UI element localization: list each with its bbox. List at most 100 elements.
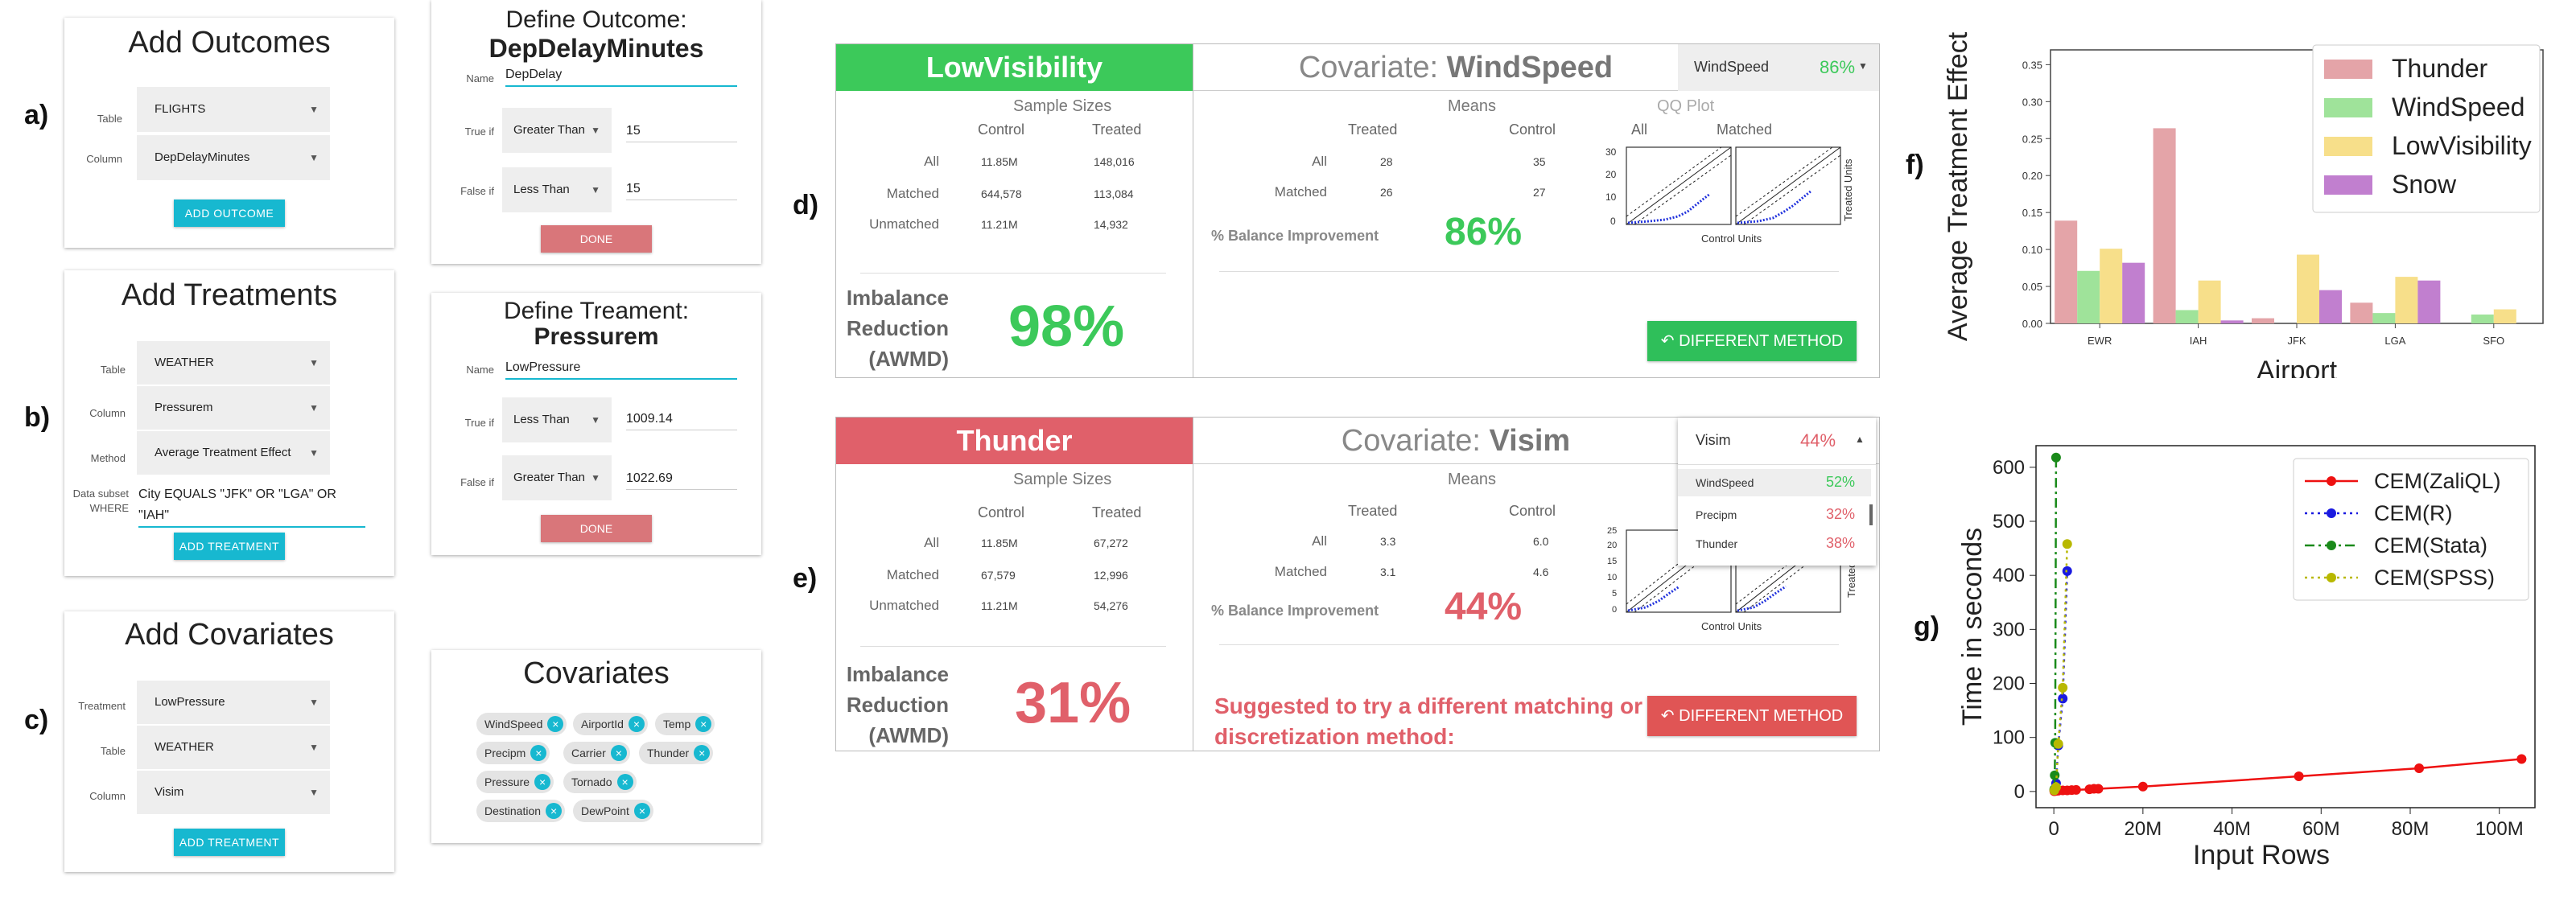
close-icon[interactable]: × [695, 716, 712, 732]
covariate-chip[interactable]: AirportId × [573, 713, 648, 735]
y-tick-label: 0.00 [2022, 318, 2042, 330]
close-icon[interactable]: × [530, 745, 547, 761]
y-tick-label: 0.20 [2022, 170, 2042, 182]
qq-plot-header: QQ Plot [1657, 97, 1715, 115]
true-if-operator-select[interactable]: Greater Than ▼ [502, 108, 612, 153]
false-if-operator-select[interactable]: Greater Than ▼ [502, 455, 612, 500]
control-value: 11.85M [981, 537, 1018, 549]
data-point [2093, 784, 2104, 794]
close-icon[interactable]: × [633, 803, 650, 819]
column-select[interactable]: Visim ▼ [137, 771, 330, 814]
treatment-select-value: LowPressure [155, 695, 225, 709]
covariate-chip[interactable]: Temp × [655, 713, 715, 735]
treated-mean: 28 [1380, 155, 1393, 168]
chevron-down-icon: ▼ [309, 742, 319, 753]
false-if-value-input[interactable]: 1022.69 [626, 468, 737, 490]
bar [2220, 320, 2244, 323]
add-outcomes-panel: Add Outcomes Table FLIGHTS ▼ Column DepD… [64, 18, 394, 248]
sample-sizes-header: Sample Sizes [1013, 97, 1112, 115]
close-icon[interactable]: × [546, 803, 563, 819]
covariate-chip[interactable]: WindSpeed × [476, 713, 567, 735]
qq-tick: 5 [1612, 589, 1617, 599]
data-subset-input[interactable]: City EQUALS "JFK" OR "LGA" OR "IAH" [138, 484, 365, 528]
close-icon[interactable]: × [616, 774, 633, 790]
different-method-button[interactable]: ↶ DIFFERENT METHOD [1647, 696, 1857, 736]
close-icon[interactable]: × [610, 745, 627, 761]
bar [2350, 302, 2373, 323]
covariate-chip[interactable]: Pressure × [476, 771, 554, 793]
add-treatment-button[interactable]: ADD TREATMENT [174, 829, 285, 856]
control-mean: 4.6 [1533, 566, 1549, 578]
name-input[interactable]: LowPressure [505, 357, 737, 380]
table-select[interactable]: WEATHER ▼ [137, 726, 330, 769]
done-button[interactable]: DONE [541, 515, 652, 542]
scrollbar[interactable] [1869, 504, 1873, 525]
different-method-button[interactable]: ↶ DIFFERENT METHOD [1647, 321, 1857, 361]
covariate-chip[interactable]: Destination × [476, 800, 566, 822]
add-outcome-button[interactable]: ADD OUTCOME [174, 200, 285, 227]
balance-improvement-label: % Balance Improvement [1211, 603, 1379, 619]
true-if-value-input[interactable]: 15 [626, 121, 737, 142]
data-subset-label: Data subset [72, 488, 129, 500]
balance-improvement-pct: 44% [1445, 586, 1523, 628]
table-select[interactable]: FLIGHTS ▼ [137, 87, 330, 132]
add-treatment-button[interactable]: ADD TREATMENT [174, 533, 285, 560]
undo-icon: ↶ [1660, 332, 1675, 350]
table-select-value: FLIGHTS [155, 102, 206, 116]
true-if-value-input[interactable]: 1009.14 [626, 409, 737, 430]
option-label: WindSpeed [1696, 476, 1754, 489]
data-point [2071, 784, 2081, 795]
close-icon[interactable]: × [547, 716, 564, 732]
close-icon[interactable]: × [628, 716, 645, 732]
line-chart-plot: 0 100 200 300 400 500 600 0 20M 40M 60M 80M 100M Inpu… [1957, 445, 2536, 870]
data-point [2414, 763, 2425, 773]
legend-swatch [2324, 60, 2372, 79]
balance-improvement-pct: 86% [1445, 211, 1523, 253]
x-tick-label: JFK [2287, 335, 2306, 347]
false-if-value-input[interactable]: 15 [626, 179, 737, 200]
data-point [2050, 452, 2061, 463]
covariate-select[interactable]: Visim 44% ▲ [1678, 418, 1876, 464]
false-if-operator-select[interactable]: Less Than ▼ [502, 167, 612, 212]
name-input[interactable]: DepDelay [505, 64, 737, 87]
x-tick-label: 20M [2125, 818, 2162, 840]
balance-improvement-label: % Balance Improvement [1211, 228, 1379, 244]
row-label: All [1312, 154, 1327, 169]
bar [2055, 220, 2078, 323]
covariate-chip[interactable]: Precipm × [476, 742, 550, 764]
covariate-chip[interactable]: Tornado × [563, 771, 637, 793]
chip-label: Destination [484, 804, 542, 817]
row-label: All [1312, 533, 1327, 549]
row-label: Unmatched [869, 216, 939, 232]
treated-mean: 3.1 [1380, 566, 1396, 578]
covariate-select[interactable]: WindSpeed 86% ▼ [1678, 44, 1879, 91]
legend-label: CEM(ZaliQL) [2374, 469, 2501, 493]
legend-label: LowVisibility [2392, 131, 2532, 160]
dropdown-option[interactable]: Thunder 38% [1678, 530, 1871, 557]
chevron-down-icon: ▼ [591, 125, 600, 136]
done-button[interactable]: DONE [541, 225, 652, 253]
table-select[interactable]: WEATHER ▼ [137, 341, 330, 385]
close-icon[interactable]: × [534, 774, 551, 790]
dropdown-option[interactable]: WindSpeed 52% [1678, 469, 1871, 496]
means-control-header: Control [1509, 121, 1556, 138]
dropdown-option[interactable]: Precipm 32% [1678, 501, 1871, 529]
chip-label: Thunder [647, 747, 690, 759]
imbalance-line: Reduction [846, 693, 949, 717]
covariate-chip[interactable]: Thunder × [639, 742, 714, 764]
add-outcomes-title: Add Outcomes [128, 26, 331, 60]
treatment-select[interactable]: LowPressure ▼ [137, 681, 330, 724]
column-select[interactable]: DepDelayMinutes ▼ [137, 135, 330, 180]
covariate-chip[interactable]: DewPoint × [573, 800, 653, 822]
covariate-dropdown[interactable]: Visim 44% ▲ WindSpeed 52% Precipm 32% Th… [1678, 418, 1876, 566]
method-select[interactable]: Average Treatment Effect ▼ [137, 431, 330, 475]
covariate-select-pct: 86% [1820, 57, 1856, 77]
true-if-operator-select[interactable]: Less Than ▼ [502, 397, 612, 442]
column-select[interactable]: Pressurem ▼ [137, 386, 330, 430]
treated-mean: 26 [1380, 186, 1393, 199]
close-icon[interactable]: × [694, 745, 711, 761]
treated-header: Treated [1092, 504, 1142, 520]
covariate-chip[interactable]: Carrier × [563, 742, 630, 764]
chevron-up-icon: ▲ [1855, 434, 1865, 445]
data-point [2137, 781, 2148, 792]
